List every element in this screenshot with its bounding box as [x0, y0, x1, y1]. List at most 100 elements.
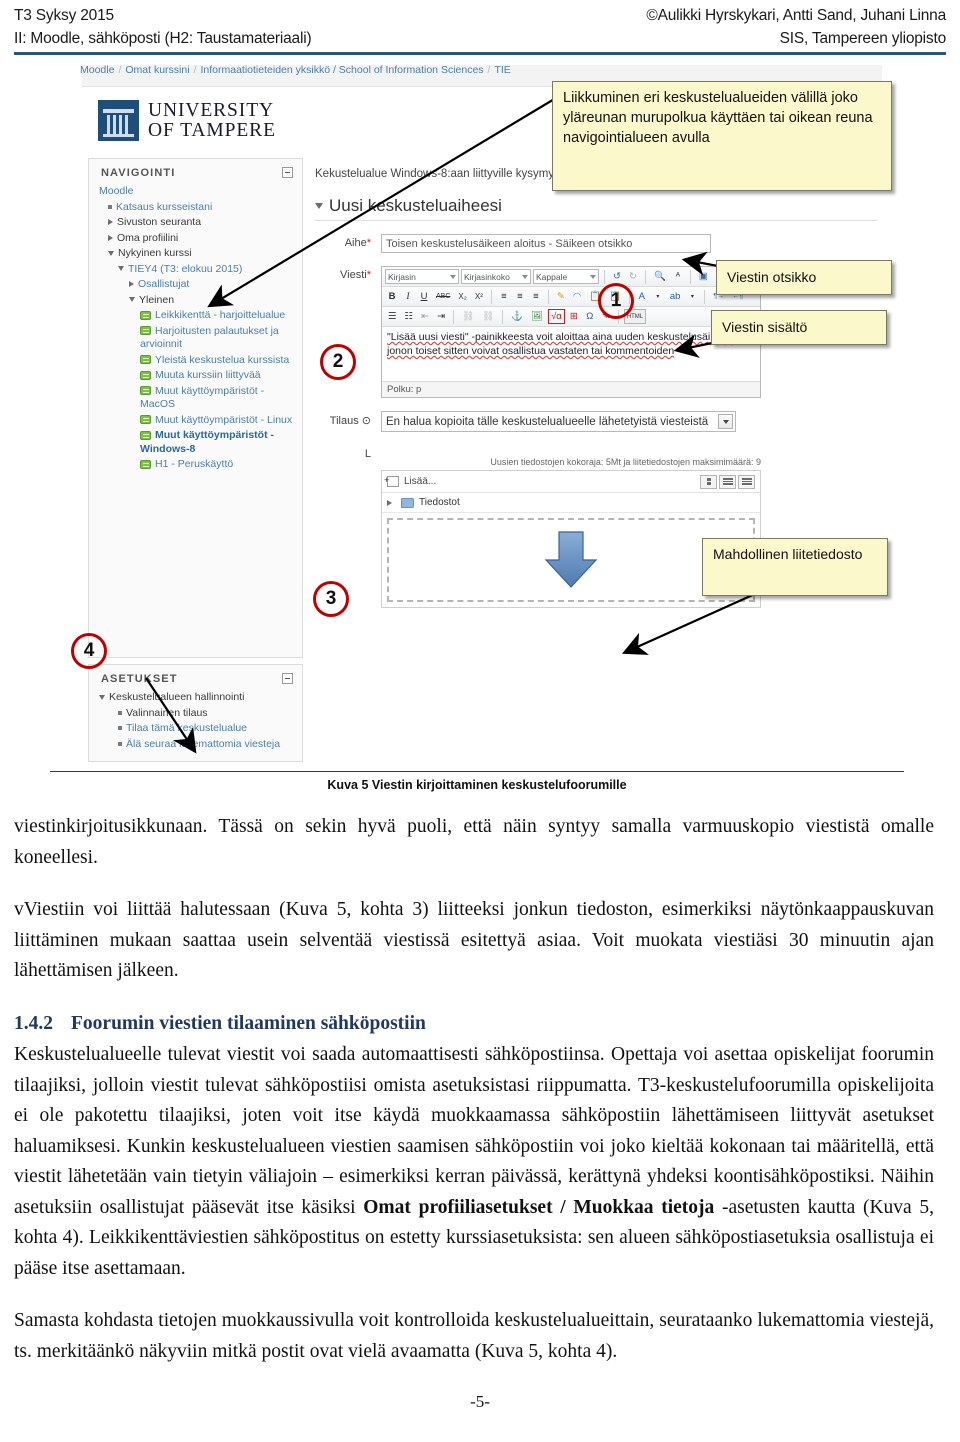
add-file-label: Lisää...: [404, 476, 437, 487]
eraser-icon[interactable]: ◠: [570, 289, 584, 304]
forum-icon: [140, 355, 151, 365]
font-family-select[interactable]: Kirjasin: [385, 269, 459, 284]
nav-item[interactable]: Moodle: [99, 184, 296, 200]
link-icon[interactable]: ⛓: [459, 309, 477, 324]
body-text: viestinkirjoitusikkunaan. Tässä on sekin…: [14, 812, 934, 1367]
breadcrumb-item-courses[interactable]: Omat kurssini: [125, 64, 189, 76]
indent-icon[interactable]: ⇥: [434, 309, 448, 324]
section-heading: 1.4.2 Foorumin viestien tilaaminen sähkö…: [14, 1009, 934, 1040]
bold-icon[interactable]: B: [385, 289, 399, 304]
paragraph-3-part-a: Keskustelualueelle tulevat viestit voi s…: [14, 1044, 934, 1218]
highlight-dropdown-icon[interactable]: ▾: [685, 289, 699, 304]
align-center-icon[interactable]: ≡: [513, 289, 527, 304]
anchor-icon[interactable]: ⚓: [508, 309, 526, 324]
file-manager-toolbar: Lisää...: [382, 471, 760, 493]
undo-icon[interactable]: ↺: [610, 269, 624, 284]
superscript-icon[interactable]: X²: [472, 289, 486, 304]
align-left-icon[interactable]: ≡: [497, 289, 511, 304]
bullet-list-icon[interactable]: ☰: [385, 309, 400, 324]
settings-item[interactable]: Älä seuraa lukemattomia viesteja: [99, 737, 296, 753]
list-view-icon[interactable]: [719, 474, 736, 489]
subscription-row: Tilaus ⊙ En halua kopioita tälle keskust…: [311, 411, 881, 432]
rich-text-editor[interactable]: Kirjasin Kirjasinkoko Kappale ↺ ↻ 🔍 ᴬ ▣: [381, 266, 761, 398]
fullscreen-icon[interactable]: ▣: [696, 269, 711, 284]
outdent-icon[interactable]: ⇤: [418, 309, 432, 324]
align-right-icon[interactable]: ≡: [529, 289, 543, 304]
marker-2: 2: [320, 344, 356, 380]
file-dropzone[interactable]: [387, 518, 755, 602]
forum-icon: [140, 370, 151, 380]
nav-item[interactable]: Leikkikenttä - harjoittelualue: [99, 308, 296, 324]
view-mode-buttons: [700, 474, 755, 489]
omega-icon[interactable]: Ω: [583, 309, 597, 324]
message-label: Viesti*: [340, 269, 371, 281]
nav-item[interactable]: Sivuston seuranta: [99, 215, 296, 231]
cleanup-icon[interactable]: ✎: [554, 289, 568, 304]
nav-item[interactable]: TIEY4 (T3: elokuu 2015): [99, 262, 296, 278]
nav-item[interactable]: Nykyinen kurssi: [99, 246, 296, 262]
nav-item-current[interactable]: Muut käyttöympäristöt - Windows-8: [99, 428, 296, 457]
number-list-icon[interactable]: ☷: [402, 309, 417, 324]
strikethrough-icon[interactable]: ABC: [433, 289, 453, 304]
highlight-color-icon[interactable]: ab: [667, 289, 684, 304]
marker-4: 4: [71, 633, 107, 669]
settings-item[interactable]: Tilaa tämä keskustelualue: [99, 721, 296, 737]
settings-item-label: Tilaa tämä keskustelualue: [126, 722, 248, 734]
underline-icon[interactable]: U: [417, 289, 431, 304]
navigation-list: Moodle Katsaus kursseistani Sivuston seu…: [89, 184, 302, 477]
nav-item[interactable]: H1 - Peruskäyttö: [99, 457, 296, 473]
nav-item-label: Muuta kurssiin liittyvää: [155, 369, 261, 381]
math-icon[interactable]: √α: [548, 309, 565, 324]
collapse-icon[interactable]: [282, 167, 293, 178]
nav-item[interactable]: Muut käyttöympäristöt - Linux: [99, 413, 296, 429]
section-number: 1.4.2: [14, 1012, 53, 1034]
settings-block-title: ASETUKSET: [101, 673, 178, 685]
color-dropdown-icon[interactable]: ▾: [651, 289, 665, 304]
forum-icon: [140, 430, 151, 440]
settings-list: Keskustelualueen hallinnointi Valinnaine…: [89, 690, 302, 756]
redo-icon[interactable]: ↻: [626, 269, 640, 284]
nav-item[interactable]: Yleistä keskustelua kurssista: [99, 353, 296, 369]
header-right-line2: SIS, Tampereen yliopisto: [779, 30, 947, 47]
subscription-select[interactable]: En halua kopioita tälle keskustelualueel…: [381, 411, 736, 432]
editor-toolbar-row-1: Kirjasin Kirjasinkoko Kappale ↺ ↻ 🔍 ᴬ ▣: [382, 267, 760, 287]
image-icon[interactable]: 🖼: [528, 309, 546, 324]
font-color-icon[interactable]: A: [635, 289, 649, 304]
nav-item[interactable]: Harjoitusten palautukset ja arvioinnit: [99, 324, 296, 353]
nav-item-label: Harjoitusten palautukset ja arvioinnit: [140, 324, 279, 351]
breadcrumb-item-moodle[interactable]: Moodle: [80, 64, 114, 76]
settings-item[interactable]: Valinnainen tilaus: [99, 706, 296, 722]
subscript-icon[interactable]: X₂: [455, 289, 469, 304]
find-icon[interactable]: 🔍: [651, 269, 669, 284]
logo-text: UNIVERSITY OF TAMPERE: [148, 100, 276, 141]
nav-item[interactable]: Oma profiilini: [99, 231, 296, 247]
nav-item[interactable]: Katsaus kursseistani: [99, 200, 296, 216]
table-icon[interactable]: ⊞: [567, 309, 581, 324]
file-tree-row[interactable]: Tiedostot: [382, 493, 760, 513]
replace-icon[interactable]: ᴬ: [671, 269, 685, 284]
message-body-input[interactable]: "Lisää uusi viesti" -painikkeesta voit a…: [382, 327, 760, 381]
header-rule: [14, 52, 946, 55]
grid-view-icon[interactable]: [700, 474, 717, 489]
folder-label: Tiedostot: [419, 497, 460, 508]
nav-item[interactable]: Muuta kurssiin liittyvää: [99, 368, 296, 384]
nav-item[interactable]: Yleinen: [99, 293, 296, 309]
font-size-select[interactable]: Kirjasinkoko: [461, 269, 531, 284]
settings-item[interactable]: Keskustelualueen hallinnointi: [99, 690, 296, 706]
nav-item[interactable]: Muut käyttöympäristöt - MacOS: [99, 384, 296, 413]
chevron-down-icon[interactable]: [718, 414, 733, 429]
subject-input[interactable]: Toisen keskustelusäikeen aloitus - Säike…: [381, 234, 711, 253]
breadcrumb-item-unit[interactable]: Informaatiotieteiden yksikkö / School of…: [200, 64, 483, 76]
unlink-icon[interactable]: ⛓: [479, 309, 497, 324]
nav-item-label: TIEY4 (T3: elokuu 2015): [128, 262, 243, 275]
add-file-button[interactable]: Lisää...: [384, 475, 437, 487]
paragraph-style-select[interactable]: Kappale: [533, 269, 599, 284]
collapse-icon[interactable]: [282, 673, 293, 684]
nav-item[interactable]: Osallistujat: [99, 277, 296, 293]
breadcrumb-item-course[interactable]: TIE: [494, 64, 510, 76]
tree-view-icon[interactable]: [738, 474, 755, 489]
italic-icon[interactable]: I: [401, 289, 415, 304]
forum-heading-text: Uusi keskusteluaiheesi: [329, 196, 502, 215]
callout-message-title: Viestin otsikko: [716, 260, 892, 295]
help-icon[interactable]: ⊙: [362, 415, 371, 427]
